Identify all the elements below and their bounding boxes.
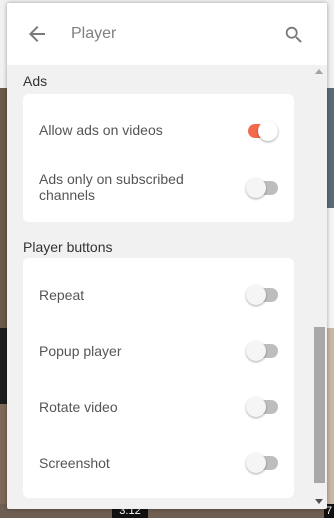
scroll-up-arrow-icon[interactable] <box>315 69 323 74</box>
search-icon <box>285 26 302 43</box>
setting-label: Allow ads on videos <box>39 122 163 138</box>
arrow-back-icon <box>29 26 45 42</box>
setting-label: Repeat <box>39 287 85 303</box>
popup-player-toggle[interactable] <box>246 341 278 361</box>
toggle-knob <box>246 341 266 361</box>
section-title-ads: Ads <box>23 73 48 89</box>
repeat-toggle[interactable] <box>246 285 278 305</box>
toggle-knob <box>246 178 266 198</box>
toggle-knob <box>246 397 266 417</box>
page-title: Player <box>71 25 117 42</box>
scroll-down-arrow-icon[interactable] <box>315 499 323 504</box>
toggle-knob <box>246 285 266 305</box>
settings-content: Ads Allow ads on videos Ads only on subs… <box>7 65 312 509</box>
section-title-player-buttons: Player buttons <box>23 239 113 255</box>
setting-label: Popup player <box>39 343 122 359</box>
toggle-knob <box>258 121 278 141</box>
popup-header: Player <box>7 3 327 65</box>
subscribed-ads-toggle[interactable] <box>246 178 278 198</box>
settings-popup: Player Ads Allow ads on videos Ads only … <box>7 3 327 509</box>
background-thumbnail <box>326 328 334 518</box>
setting-row-repeat[interactable]: Repeat <box>23 266 294 322</box>
setting-row-rotate-video[interactable]: Rotate video <box>23 378 294 434</box>
setting-label: Ads only on subscribed channels <box>39 171 184 203</box>
setting-row-screenshot[interactable]: Screenshot <box>23 434 294 490</box>
background-thumbnail <box>326 208 334 328</box>
setting-label: Screenshot <box>39 455 110 471</box>
search-button[interactable] <box>283 24 305 46</box>
toggle-knob <box>246 453 266 473</box>
scrollbar[interactable] <box>312 65 327 509</box>
setting-row-popup-player[interactable]: Popup player <box>23 322 294 378</box>
setting-row-subscribed-ads[interactable]: Ads only on subscribed channels <box>23 158 294 222</box>
allow-ads-toggle[interactable] <box>246 121 278 141</box>
screenshot-toggle[interactable] <box>246 453 278 473</box>
setting-label: Rotate video <box>39 399 118 415</box>
back-button[interactable] <box>25 22 49 46</box>
settings-card-player-buttons: Repeat Popup player Rotate video Screens… <box>23 258 294 498</box>
background-thumbnail <box>326 88 334 208</box>
setting-row-allow-ads[interactable]: Allow ads on videos <box>23 94 294 158</box>
scrollbar-thumb[interactable] <box>314 327 325 483</box>
rotate-video-toggle[interactable] <box>246 397 278 417</box>
settings-card-ads: Allow ads on videos Ads only on subscrib… <box>23 94 294 222</box>
